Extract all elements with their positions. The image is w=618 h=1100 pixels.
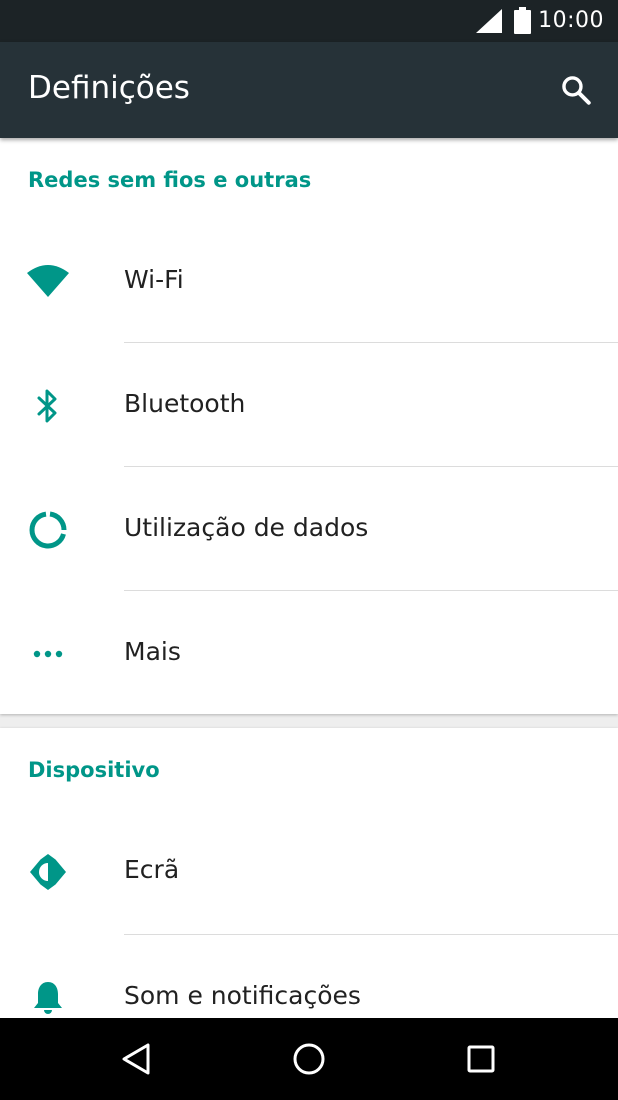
page-title: Definições	[28, 70, 190, 106]
settings-item-display[interactable]: Ecrã	[0, 810, 618, 934]
settings-item-data-usage[interactable]: Utilização de dados	[0, 468, 618, 592]
search-icon	[562, 76, 591, 105]
bell-icon	[24, 978, 72, 1018]
section-header-wireless: Redes sem fios e outras	[28, 168, 312, 192]
section-wireless: Redes sem fios e outras Wi-Fi Bluetooth	[0, 138, 618, 714]
recents-square-icon[interactable]	[461, 1039, 501, 1079]
settings-item-bluetooth[interactable]: Bluetooth	[0, 344, 618, 468]
settings-item-label: Wi-Fi	[124, 265, 184, 294]
settings-item-label: Som e notificações	[124, 981, 361, 1010]
settings-item-label: Ecrã	[124, 855, 180, 884]
data-usage-icon	[24, 510, 72, 550]
divider	[124, 590, 618, 591]
search-button[interactable]	[548, 62, 604, 118]
back-triangle-icon[interactable]	[117, 1039, 157, 1079]
section-device: Dispositivo Ecrã Som e notificações	[0, 728, 618, 1018]
settings-item-label: Mais	[124, 637, 181, 666]
settings-item-sound[interactable]: Som e notificações	[0, 936, 618, 1018]
status-time: 10:00	[538, 8, 604, 33]
bluetooth-icon	[24, 386, 72, 426]
section-header-device: Dispositivo	[28, 758, 160, 782]
settings-item-label: Utilização de dados	[124, 513, 369, 542]
brightness-icon	[24, 852, 72, 892]
more-dots-icon	[24, 634, 72, 674]
divider	[124, 934, 618, 935]
settings-list: Redes sem fios e outras Wi-Fi Bluetooth	[0, 138, 618, 1018]
cell-signal-icon	[476, 9, 502, 33]
settings-item-label: Bluetooth	[124, 389, 246, 418]
divider	[124, 466, 618, 467]
wifi-icon	[24, 262, 72, 302]
battery-full-icon	[514, 7, 531, 34]
settings-item-more[interactable]: Mais	[0, 592, 618, 716]
divider	[124, 342, 618, 343]
settings-item-wifi[interactable]: Wi-Fi	[0, 220, 618, 344]
app-bar: Definições	[0, 42, 618, 138]
navigation-bar	[0, 1018, 618, 1100]
home-circle-icon[interactable]	[289, 1039, 329, 1079]
status-bar: 10:00	[0, 0, 618, 42]
